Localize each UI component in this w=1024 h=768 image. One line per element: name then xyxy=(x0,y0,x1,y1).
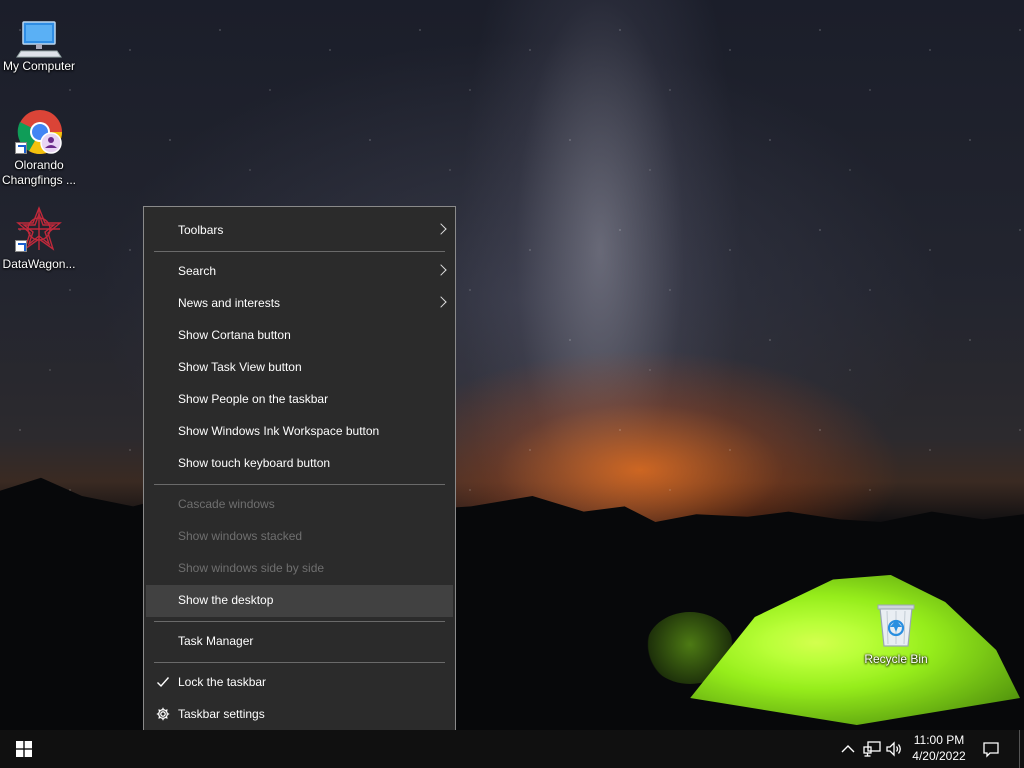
menu-item-label: Lock the taskbar xyxy=(178,675,267,689)
menu-separator xyxy=(154,621,445,622)
clock-time: 11:00 PM xyxy=(913,733,965,747)
desktop-icon-label: Olorando Changfings ... xyxy=(1,158,77,187)
start-button[interactable] xyxy=(0,730,48,768)
menu-item-label: Show People on the taskbar xyxy=(178,392,329,406)
menu-item-label: Show Windows Ink Workspace button xyxy=(178,424,380,438)
clock-date: 4/20/2022 xyxy=(912,749,966,763)
menu-separator xyxy=(154,662,445,663)
shortcut-arrow-icon xyxy=(15,142,27,154)
menu-item-label: Show touch keyboard button xyxy=(178,456,331,470)
desktop-icon-label: DataWagon... xyxy=(2,257,76,271)
shortcut-arrow-icon xyxy=(15,240,27,252)
gear-icon xyxy=(156,707,170,721)
menu-item-label: Show the desktop xyxy=(178,593,274,607)
menu-item-label: Show windows stacked xyxy=(178,529,303,543)
menu-item-show-task-view-button[interactable]: Show Task View button xyxy=(146,352,453,384)
recycle-bin-icon xyxy=(877,604,915,647)
clock[interactable]: 11:00 PM 4/20/2022 xyxy=(906,732,972,764)
desktop-icon-my-computer[interactable]: My Computer xyxy=(0,8,78,78)
menu-item-search[interactable]: Search xyxy=(146,256,453,288)
chevron-right-icon xyxy=(435,223,447,235)
menu-item-show-windows-side-by-side: Show windows side by side xyxy=(146,553,453,585)
computer-icon xyxy=(16,21,62,58)
desktop-icon-recycle-bin[interactable]: Recycle Bin xyxy=(857,600,935,670)
menu-item-cascade-windows: Cascade windows xyxy=(146,489,453,521)
checkmark-icon xyxy=(157,677,170,688)
desktop-icon-olorando[interactable]: Olorando Changfings ... xyxy=(0,104,78,189)
menu-item-label: News and interests xyxy=(178,296,281,310)
menu-separator xyxy=(154,251,445,252)
desktop-icon-datawagon[interactable]: DataWagon... xyxy=(0,204,78,274)
menu-item-label: Show Task View button xyxy=(178,360,302,374)
menu-item-show-the-desktop[interactable]: Show the desktop xyxy=(146,585,453,617)
network-icon[interactable] xyxy=(862,739,882,759)
show-desktop-button[interactable] xyxy=(1019,730,1024,768)
menu-item-label: Search xyxy=(178,264,217,278)
menu-item-lock-the-taskbar[interactable]: Lock the taskbar xyxy=(146,667,453,699)
menu-separator xyxy=(154,484,445,485)
menu-item-show-touch-keyboard[interactable]: Show touch keyboard button xyxy=(146,448,453,480)
menu-item-task-manager[interactable]: Task Manager xyxy=(146,626,453,658)
menu-item-show-windows-ink[interactable]: Show Windows Ink Workspace button xyxy=(146,416,453,448)
chevron-right-icon xyxy=(435,264,447,276)
chevron-up-icon[interactable] xyxy=(838,739,858,759)
menu-item-taskbar-settings[interactable]: Taskbar settings xyxy=(146,699,453,731)
windows-logo-icon xyxy=(16,741,32,757)
menu-item-toolbars[interactable]: Toolbars xyxy=(146,215,453,247)
menu-item-show-people[interactable]: Show People on the taskbar xyxy=(146,384,453,416)
volume-icon[interactable] xyxy=(884,739,904,759)
menu-item-show-cortana-button[interactable]: Show Cortana button xyxy=(146,320,453,352)
action-center-icon[interactable] xyxy=(981,739,1001,759)
desktop-icon-label: My Computer xyxy=(2,59,76,73)
taskbar: 11:00 PM 4/20/2022 xyxy=(0,730,1024,768)
menu-item-news-and-interests[interactable]: News and interests xyxy=(146,288,453,320)
menu-item-label: Taskbar settings xyxy=(178,707,265,721)
taskbar-context-menu: Toolbars Search News and interests Show … xyxy=(143,206,456,740)
menu-item-label: Task Manager xyxy=(178,634,254,648)
chevron-right-icon xyxy=(435,296,447,308)
menu-item-label: Cascade windows xyxy=(178,497,275,511)
menu-item-label: Show Cortana button xyxy=(178,328,291,342)
desktop-icon-label: Recycle Bin xyxy=(864,652,928,666)
menu-item-label: Show windows side by side xyxy=(178,561,325,575)
menu-item-show-windows-stacked: Show windows stacked xyxy=(146,521,453,553)
menu-item-label: Toolbars xyxy=(178,223,224,237)
